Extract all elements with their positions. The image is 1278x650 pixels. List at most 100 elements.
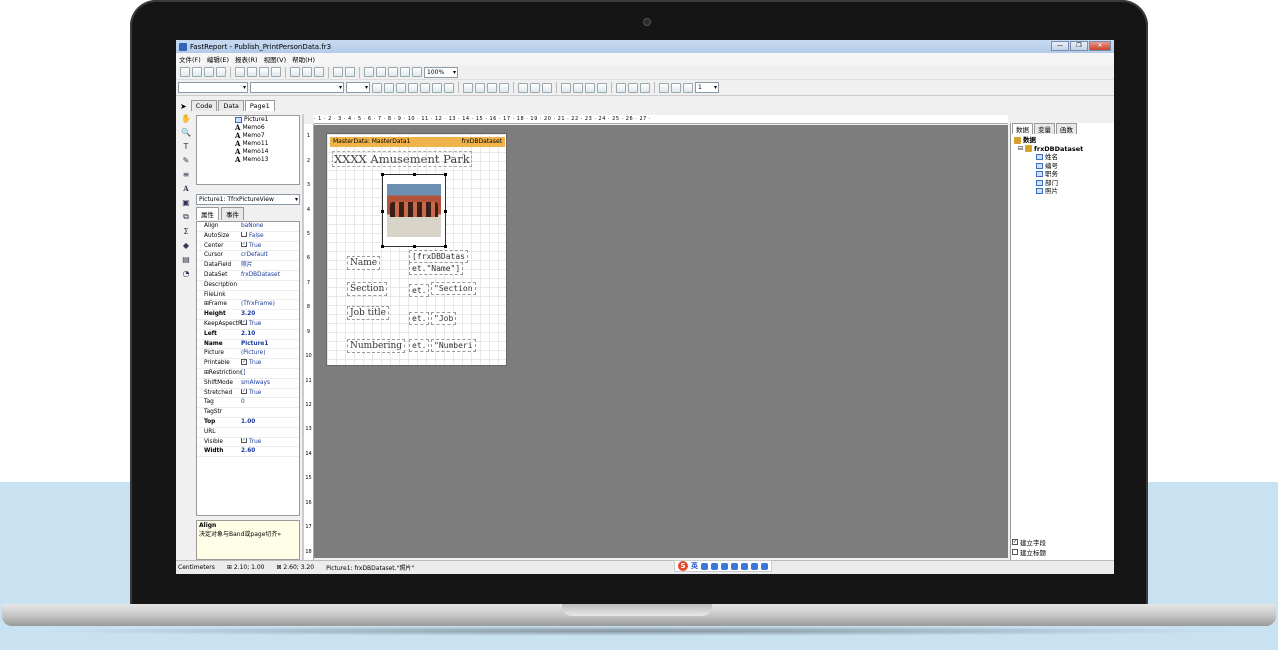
field-node[interactable]: 编号 — [1014, 162, 1083, 171]
property-value[interactable]: 2.10 — [241, 330, 299, 339]
create-field-checkbox[interactable]: ✓ 建立字段 — [1012, 537, 1046, 547]
tree-item-memo7[interactable]: A Memo7 — [197, 132, 299, 140]
fit-grid-icon[interactable] — [412, 67, 422, 77]
property-row[interactable]: AutoSize False — [197, 231, 299, 242]
align-grid-icon[interactable] — [400, 67, 410, 77]
copy-icon[interactable] — [302, 67, 312, 77]
tree-item-memo6[interactable]: A Memo6 — [197, 124, 299, 132]
property-value[interactable]: [] — [241, 369, 299, 378]
cut-icon[interactable] — [290, 67, 300, 77]
underline-icon[interactable] — [396, 82, 406, 93]
label-job-title[interactable]: Job title — [347, 306, 389, 320]
frame-top-icon[interactable] — [561, 82, 571, 93]
new-page-icon[interactable] — [235, 67, 245, 77]
font-color-icon[interactable] — [420, 82, 430, 93]
property-row[interactable]: Picture (Picture) — [197, 349, 299, 360]
frame-all-icon[interactable] — [616, 82, 626, 93]
skin-icon[interactable] — [751, 562, 758, 570]
property-value[interactable]: ✓ True — [241, 319, 299, 329]
property-value[interactable]: frxDBDataset — [241, 271, 299, 280]
insert-band-icon[interactable]: ≡ — [183, 170, 190, 179]
property-row[interactable]: TagStr — [197, 408, 299, 418]
style-select[interactable] — [178, 82, 248, 93]
property-row[interactable]: Description — [197, 281, 299, 291]
property-row[interactable]: Width 2.60 — [197, 447, 299, 458]
property-value[interactable]: Picture1 — [241, 340, 299, 349]
tree-item-memo14[interactable]: A Memo14 — [197, 148, 299, 156]
field-name-b[interactable]: et."Name"] — [409, 262, 464, 275]
property-row[interactable]: ⊞Restrictions[] — [197, 369, 299, 379]
field-job-a[interactable]: et. — [409, 312, 430, 325]
field-numbering-a[interactable]: et. — [409, 339, 430, 352]
property-row[interactable]: Name Picture1 — [197, 340, 299, 350]
checkbox-icon[interactable]: ✓ — [241, 437, 247, 444]
field-node[interactable]: 姓名 — [1014, 153, 1083, 162]
valign-bottom-icon[interactable] — [542, 82, 552, 93]
menu-report[interactable]: 报表(R) — [235, 54, 258, 64]
property-value[interactable] — [241, 428, 299, 437]
property-value[interactable]: crDefault — [241, 251, 299, 260]
tab-data-tree[interactable]: 数据 — [1012, 123, 1033, 134]
field-job-b[interactable]: "Job — [431, 312, 457, 325]
barcode-icon[interactable]: ▤ — [182, 255, 190, 264]
design-canvas[interactable]: MasterData: MasterData1 frxDBDataset XXX… — [314, 125, 1008, 558]
save-icon[interactable] — [204, 67, 214, 77]
property-row[interactable]: Height 3.20 — [197, 310, 299, 320]
preview-icon[interactable] — [216, 67, 226, 77]
tab-page1[interactable]: Page1 — [244, 100, 275, 111]
property-row[interactable]: ShiftMode smAlways — [197, 379, 299, 389]
property-value[interactable]: (TfrxFrame) — [241, 300, 299, 309]
field-node[interactable]: 职务 — [1014, 170, 1083, 179]
hand-icon[interactable]: ✋ — [181, 114, 191, 123]
label-name[interactable]: Name — [347, 256, 381, 270]
punct-icon[interactable] — [701, 562, 708, 570]
bold-icon[interactable] — [372, 82, 382, 93]
report-title[interactable]: XXXX Amusement Park — [332, 151, 472, 167]
field-section-b[interactable]: "Section — [431, 282, 476, 295]
font-name-select[interactable] — [250, 82, 344, 93]
page-settings-icon[interactable] — [271, 67, 281, 77]
open-icon[interactable] — [192, 67, 202, 77]
property-row[interactable]: Center ✓ True — [197, 241, 299, 252]
align-justify-icon[interactable] — [499, 82, 509, 93]
frame-bottom-icon[interactable] — [573, 82, 583, 93]
property-row[interactable]: Printable ✓ True — [197, 359, 299, 369]
frame-right-icon[interactable] — [597, 82, 607, 93]
italic-icon[interactable] — [384, 82, 394, 93]
tab-events[interactable]: 事件 — [221, 207, 244, 220]
paste-icon[interactable] — [314, 67, 324, 77]
property-value[interactable]: False — [241, 231, 299, 241]
field-numbering-b[interactable]: "Numberi — [431, 339, 476, 352]
minimize-button[interactable]: — — [1051, 41, 1069, 51]
frame-color-icon[interactable] — [671, 82, 681, 93]
field-node[interactable]: 照片 — [1014, 187, 1083, 196]
frame-left-icon[interactable] — [585, 82, 595, 93]
property-value[interactable] — [241, 408, 299, 417]
report-page[interactable]: MasterData: MasterData1 frxDBDataset XXX… — [326, 133, 507, 366]
property-row[interactable]: Left 2.10 — [197, 330, 299, 340]
property-value[interactable]: smAlways — [241, 379, 299, 388]
menu-view[interactable]: 视图(V) — [264, 54, 287, 64]
field-section-a[interactable]: et. — [409, 284, 430, 297]
property-row[interactable]: DataSet frxDBDataset — [197, 271, 299, 281]
frame-style-icon[interactable] — [683, 82, 693, 93]
align-left-icon[interactable] — [463, 82, 473, 93]
label-section[interactable]: Section — [347, 282, 388, 296]
checkbox-icon[interactable] — [241, 231, 247, 238]
menu-help[interactable]: 帮助(H) — [292, 54, 315, 64]
valign-middle-icon[interactable] — [530, 82, 540, 93]
property-row[interactable]: Visible ✓ True — [197, 437, 299, 448]
property-row[interactable]: Top 1.00 — [197, 418, 299, 428]
property-value[interactable]: ✓ True — [241, 437, 299, 447]
property-row[interactable]: DataField 照片 — [197, 261, 299, 271]
property-row[interactable]: Align baNone — [197, 222, 299, 232]
rotate-icon[interactable] — [444, 82, 454, 93]
tab-functions[interactable]: 函数 — [1056, 123, 1077, 134]
tree-item-picture1[interactable]: Picture1 — [197, 116, 299, 124]
grid-icon[interactable] — [388, 67, 398, 77]
text-tool-icon[interactable]: T — [184, 142, 189, 151]
user-icon[interactable] — [741, 562, 748, 570]
redo-icon[interactable] — [345, 67, 355, 77]
property-value[interactable]: ✓ True — [241, 241, 299, 251]
memo-tool-icon[interactable]: A — [183, 184, 188, 193]
